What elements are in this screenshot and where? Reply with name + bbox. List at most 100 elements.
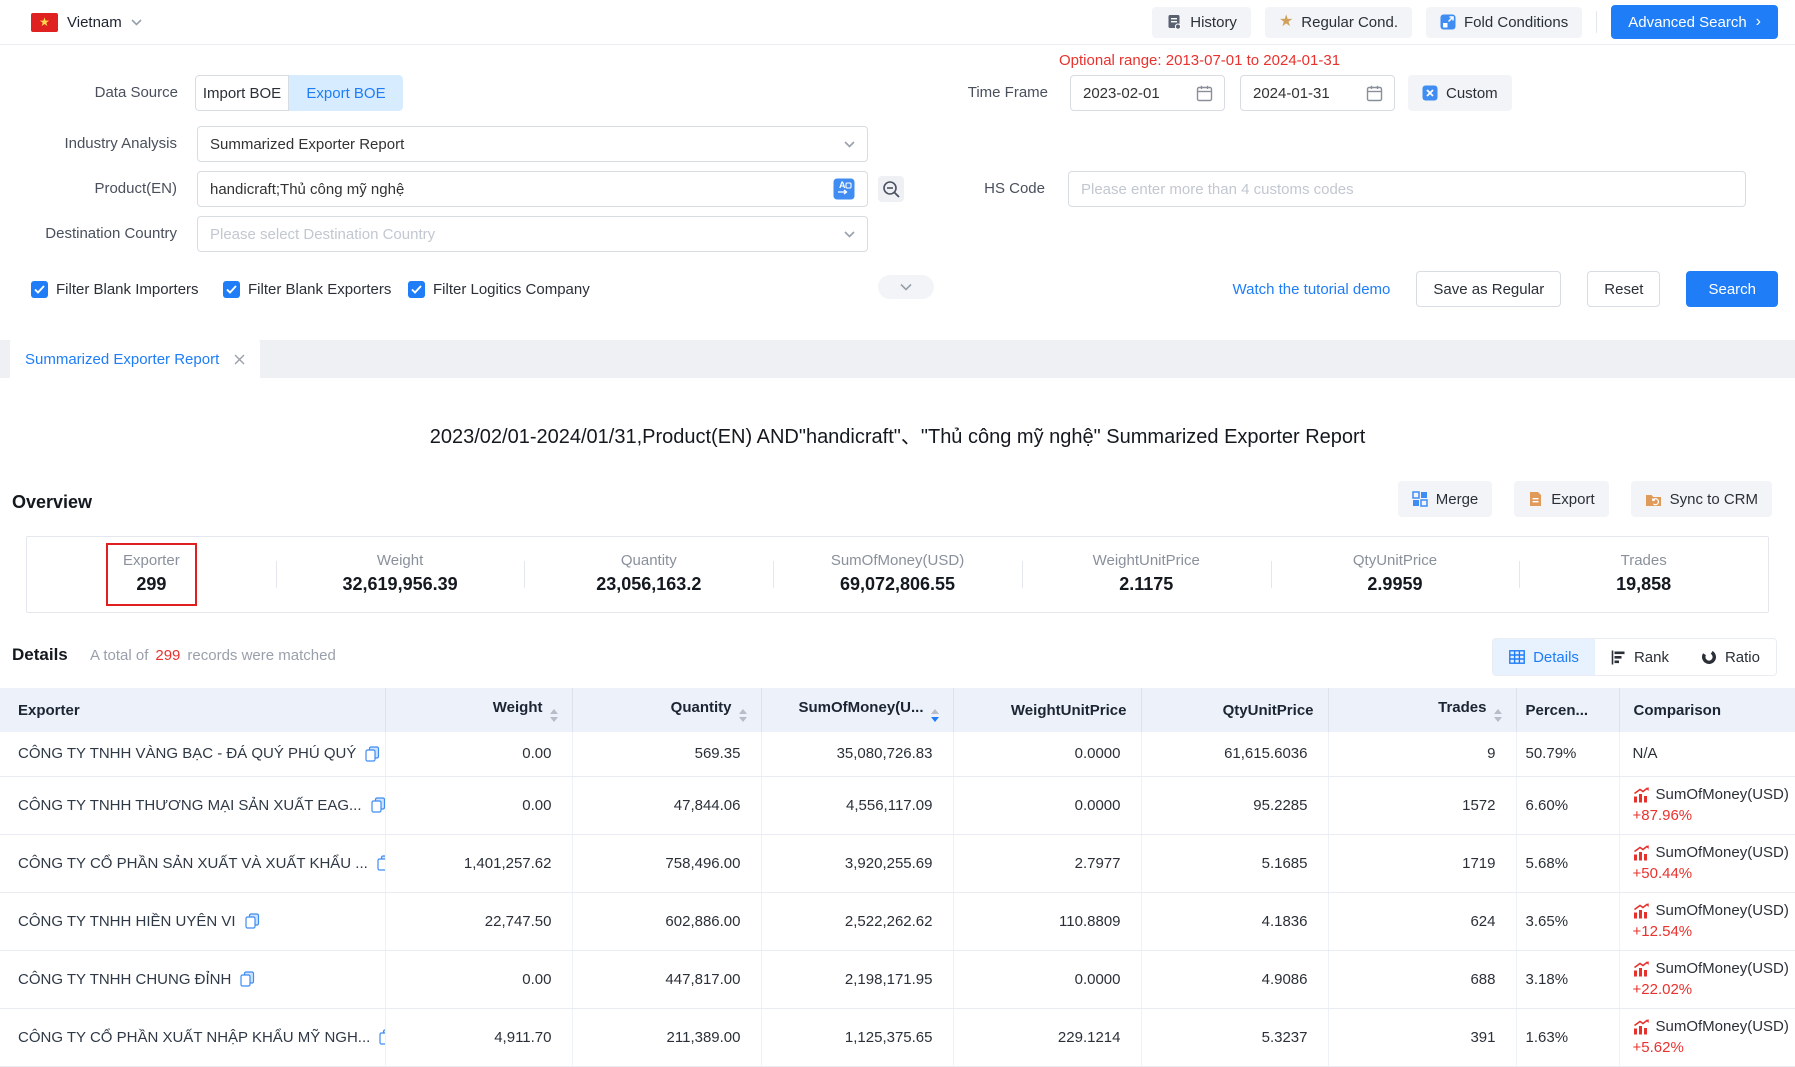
cell-weight_unit_price: 0.0000 — [953, 776, 1141, 834]
ratio-donut-icon — [1701, 649, 1717, 665]
exporter-name[interactable]: CÔNG TY TNHH THƯƠNG MẠI SẢN XUẤT EAG... — [18, 797, 362, 814]
product-en-input[interactable] — [197, 171, 868, 207]
comparison-change: +5.62% — [1633, 1039, 1782, 1056]
cell-trades: 624 — [1328, 892, 1516, 950]
cell-qty_unit_price: 4.1836 — [1141, 892, 1328, 950]
trend-up-icon — [1633, 961, 1649, 977]
filter-logitics-company-checkbox[interactable]: Filter Logitics Company — [408, 281, 590, 298]
cell-trades: 391 — [1328, 1008, 1516, 1066]
stat-label: Quantity — [621, 552, 677, 569]
exporter-table: Exporter Weight Quantity SumOfMoney(U... Wei… — [0, 688, 1795, 1067]
comparison-metric: SumOfMoney(USD) — [1633, 902, 1782, 919]
column-header-trades[interactable]: Trades — [1328, 688, 1516, 732]
regular-cond-button[interactable]: ★ Regular Cond. — [1265, 7, 1412, 38]
hs-code-label: HS Code — [885, 180, 1045, 197]
cell-weight: 0.00 — [385, 950, 572, 1008]
stat-label: Weight — [377, 552, 423, 569]
column-header-sum_of_money[interactable]: SumOfMoney(U... — [761, 688, 953, 732]
cell-comparison: SumOfMoney(USD)+87.96% — [1619, 776, 1795, 834]
tutorial-link[interactable]: Watch the tutorial demo — [1233, 281, 1391, 298]
advanced-search-button[interactable]: Advanced Search › — [1611, 5, 1778, 39]
copy-icon[interactable] — [240, 971, 255, 987]
sort-toggle-weight[interactable] — [550, 709, 558, 722]
collapse-conditions-button[interactable] — [878, 275, 934, 299]
vietnam-flag-icon: ★ — [31, 13, 58, 32]
column-header-quantity[interactable]: Quantity — [572, 688, 761, 732]
sort-toggle-trades[interactable] — [1494, 709, 1502, 722]
form-actions: Watch the tutorial demo Save as Regular … — [1233, 271, 1778, 307]
topbar-actions: History ★ Regular Cond. Fold Conditions … — [1152, 5, 1778, 39]
column-label: WeightUnitPrice — [1011, 702, 1127, 719]
hs-code-input[interactable] — [1068, 171, 1746, 207]
export-button[interactable]: Export — [1514, 481, 1608, 517]
view-rank-button[interactable]: Rank — [1595, 639, 1685, 675]
data-source-toggle: Import BOE Export BOE — [195, 75, 403, 111]
cell-trades: 1572 — [1328, 776, 1516, 834]
calendar-icon[interactable] — [1366, 85, 1383, 102]
tab-summarized-exporter-report[interactable]: Summarized Exporter Report — [10, 340, 260, 378]
exporter-name[interactable]: CÔNG TY TNHH HIỀN UYÊN VI — [18, 913, 236, 930]
comparison-change: +22.02% — [1633, 981, 1782, 998]
column-label: Quantity — [671, 699, 732, 716]
trend-up-icon — [1633, 787, 1649, 803]
sync-to-crm-button[interactable]: Sync to CRM — [1631, 481, 1772, 517]
sort-toggle-sum_of_money[interactable] — [931, 709, 939, 722]
checkbox-label: Filter Logitics Company — [433, 281, 590, 298]
stat-value: 2.9959 — [1367, 574, 1422, 595]
custom-range-button[interactable]: Custom — [1408, 75, 1512, 111]
details-bar: Details A total of299records were matche… — [0, 638, 1795, 674]
industry-analysis-select[interactable]: Summarized Exporter Report — [197, 126, 868, 162]
fold-conditions-button[interactable]: Fold Conditions — [1426, 7, 1582, 38]
copy-icon[interactable] — [371, 797, 385, 813]
industry-analysis-value: Summarized Exporter Report — [210, 136, 404, 153]
view-details-button[interactable]: Details — [1493, 639, 1595, 675]
cell-comparison: SumOfMoney(USD)+12.54% — [1619, 892, 1795, 950]
stat-weight: Weight 32,619,956.39 — [276, 543, 525, 606]
stat-value: 19,858 — [1616, 574, 1671, 595]
copy-icon[interactable] — [379, 1029, 385, 1045]
cell-weight_unit_price: 110.8809 — [953, 892, 1141, 950]
column-header-weight[interactable]: Weight — [385, 688, 572, 732]
table-row: CÔNG TY TNHH CHUNG ĐỈNH0.00447,817.002,1… — [0, 950, 1795, 1008]
country-selector[interactable]: ★ Vietnam — [31, 13, 142, 32]
copy-icon[interactable] — [245, 913, 260, 929]
tab-label: Summarized Exporter Report — [25, 351, 219, 368]
exporter-name[interactable]: CÔNG TY CỔ PHẦN SẢN XUẤT VÀ XUẤT KHẨU ..… — [18, 855, 368, 872]
view-ratio-button[interactable]: Ratio — [1685, 639, 1776, 675]
stat-value: 23,056,163.2 — [596, 574, 701, 595]
filter-blank-exporters-checkbox[interactable]: Filter Blank Exporters — [223, 281, 391, 298]
search-button[interactable]: Search — [1686, 271, 1778, 307]
destination-country-select[interactable]: Please select Destination Country — [197, 216, 868, 252]
exporter-name[interactable]: CÔNG TY TNHH VÀNG BẠC - ĐÁ QUÝ PHÚ QUÝ — [18, 745, 356, 762]
close-icon[interactable] — [234, 354, 245, 365]
cell-sum_of_money: 2,198,171.95 — [761, 950, 953, 1008]
trend-up-icon — [1633, 845, 1649, 861]
exporter-name[interactable]: CÔNG TY CỔ PHẦN XUẤT NHẬP KHẨU MỸ NGH... — [18, 1029, 370, 1046]
history-button[interactable]: History — [1152, 7, 1251, 38]
merge-button[interactable]: Merge — [1398, 481, 1493, 517]
copy-icon[interactable] — [377, 855, 385, 871]
cell-percent: 3.65% — [1516, 892, 1619, 950]
column-label: Exporter — [18, 702, 80, 719]
filter-blank-importers-checkbox[interactable]: Filter Blank Importers — [31, 281, 199, 298]
calendar-icon[interactable] — [1196, 85, 1213, 102]
save-as-regular-button[interactable]: Save as Regular — [1416, 271, 1561, 307]
chevron-down-icon — [844, 231, 855, 238]
cell-percent: 1.63% — [1516, 1008, 1619, 1066]
reset-button[interactable]: Reset — [1587, 271, 1660, 307]
stat-exporter: Exporter 299 — [27, 543, 276, 606]
records-matched-text: A total of299records were matched — [90, 647, 336, 664]
trend-up-icon — [1633, 903, 1649, 919]
import-boe-button[interactable]: Import BOE — [195, 75, 289, 111]
copy-icon[interactable] — [365, 746, 380, 762]
translate-icon[interactable]: A — [833, 178, 855, 200]
checkbox-checked-icon — [31, 281, 48, 298]
checkbox-checked-icon — [223, 281, 240, 298]
sort-toggle-quantity[interactable] — [739, 709, 747, 722]
cell-percent: 3.18% — [1516, 950, 1619, 1008]
overview-heading: Overview — [12, 492, 92, 513]
cell-weight_unit_price: 0.0000 — [953, 950, 1141, 1008]
cell-exporter: CÔNG TY TNHH CHUNG ĐỈNH — [0, 950, 385, 1008]
exporter-name[interactable]: CÔNG TY TNHH CHUNG ĐỈNH — [18, 971, 231, 988]
export-boe-button[interactable]: Export BOE — [289, 75, 403, 111]
